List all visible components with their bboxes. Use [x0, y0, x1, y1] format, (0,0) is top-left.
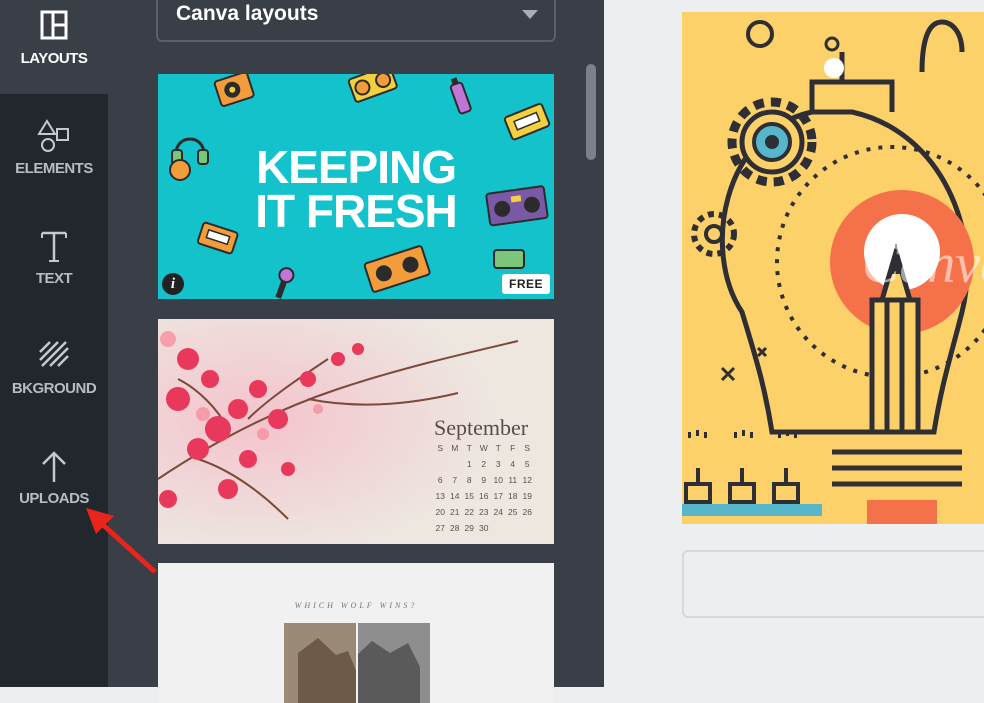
calendar-day: 21	[450, 507, 460, 517]
calendar-day: 24	[493, 507, 503, 517]
nav-label-layouts: LAYOUTS	[20, 50, 88, 67]
layouts-panel: Canva layouts KEEPING IT FRESH i FREE Se…	[108, 0, 604, 703]
calendar-day: 3	[495, 459, 501, 469]
calendar-month-title: September	[434, 415, 529, 440]
wolf-photo	[284, 623, 430, 703]
calendar-day: 9	[481, 475, 487, 485]
calendar-day: 7	[452, 475, 458, 485]
canvas-watermark: Canva	[862, 233, 984, 295]
calendar-day	[491, 523, 506, 539]
nav-item-background[interactable]: BKGROUND	[0, 330, 108, 430]
nav-item-text[interactable]: TEXT	[0, 220, 108, 320]
calendar-week-row: 27 28 29 30	[433, 523, 535, 539]
calendar-day: 16	[479, 491, 489, 501]
calendar-day: 2	[481, 459, 487, 469]
page-controls-bar[interactable]	[682, 550, 984, 618]
calendar-day: 18	[508, 491, 518, 501]
nav-item-elements[interactable]: ELEMENTS	[0, 110, 108, 210]
thumbnail-title-line-2: IT FRESH	[255, 185, 458, 237]
nav-label-uploads: UPLOADS	[19, 490, 89, 507]
calendar-week-row: 13 14 15 16 17 18 19	[433, 491, 535, 507]
calendar-day: 11	[508, 475, 518, 485]
free-badge: FREE	[501, 274, 550, 294]
calendar-day: 29	[464, 523, 474, 533]
calendar-weekday-row: S M T W T F S	[433, 443, 535, 459]
calendar-day: 13	[435, 491, 445, 501]
calendar-day	[433, 459, 448, 475]
calendar-day: 17	[493, 491, 503, 501]
calendar-day: 19	[522, 491, 532, 501]
weekday-label: T	[495, 443, 501, 453]
calendar-day: 12	[522, 475, 532, 485]
side-nav: LAYOUTS ELEMENTS TEXT BKGROUND UPLOADS	[0, 0, 108, 687]
nav-label-elements: ELEMENTS	[15, 160, 93, 177]
calendar-day	[506, 523, 521, 539]
nav-label-text: TEXT	[35, 270, 73, 287]
layout-thumbnail-which-wolf-wins[interactable]: WHICH WOLF WINS?	[158, 563, 554, 703]
layout-thumbnail-september-calendar[interactable]: September S M T W T F S 1 2 3 4 5 6 7 8 …	[158, 319, 554, 544]
weekday-label: S	[524, 443, 531, 453]
design-page[interactable]: Canva	[682, 12, 984, 524]
calendar-day: 1	[466, 459, 472, 469]
calendar-day: 8	[466, 475, 472, 485]
lightbulb-pencil-illustration: Canva	[682, 19, 984, 524]
calendar-day	[520, 523, 535, 539]
info-icon[interactable]: i	[162, 273, 184, 295]
calendar-day: 14	[450, 491, 460, 501]
thumbnail-title-line-1: KEEPING	[255, 141, 457, 193]
design-canvas-area: Canva	[604, 0, 984, 687]
calendar-day: 25	[508, 507, 518, 517]
calendar-week-row: 6 7 8 9 10 11 12	[433, 475, 535, 491]
calendar-day	[448, 459, 463, 475]
weekday-label: S	[437, 443, 444, 453]
background-icon	[34, 336, 74, 376]
layout-source-dropdown[interactable]: Canva layouts	[156, 0, 556, 42]
nav-item-uploads[interactable]: UPLOADS	[0, 440, 108, 540]
elements-icon	[34, 116, 74, 156]
nav-label-background: BKGROUND	[11, 380, 97, 397]
chevron-down-icon	[522, 10, 538, 19]
calendar-day: 23	[479, 507, 489, 517]
layout-thumbnail-keeping-it-fresh[interactable]: KEEPING IT FRESH i FREE	[158, 74, 554, 299]
calendar-grid: S M T W T F S 1 2 3 4 5 6 7 8 9 10 11 12…	[433, 443, 535, 539]
calendar-week-row: 1 2 3 4 5	[433, 459, 535, 475]
upload-icon	[34, 446, 74, 486]
dropdown-selected-value: Canva layouts	[176, 2, 319, 25]
nav-item-layouts[interactable]: LAYOUTS	[0, 0, 108, 100]
weekday-label: M	[451, 443, 459, 453]
panel-scrollbar[interactable]	[586, 64, 596, 160]
calendar-day: 30	[479, 523, 489, 533]
calendar-week-row: 20 21 22 23 24 25 26	[433, 507, 535, 523]
text-icon	[34, 226, 74, 266]
calendar-day: 5	[524, 459, 530, 469]
calendar-day: 20	[435, 507, 445, 517]
weekday-label: W	[479, 443, 488, 453]
layouts-icon	[34, 6, 74, 46]
calendar-day: 27	[435, 523, 445, 533]
weekday-label: T	[466, 443, 472, 453]
calendar-day: 22	[464, 507, 474, 517]
weekday-label: F	[510, 443, 516, 453]
calendar-day: 10	[493, 475, 503, 485]
calendar-day: 15	[464, 491, 474, 501]
calendar-day: 28	[450, 523, 460, 533]
calendar-day: 4	[510, 459, 516, 469]
calendar-day: 26	[522, 507, 532, 517]
calendar-day: 6	[437, 475, 443, 485]
